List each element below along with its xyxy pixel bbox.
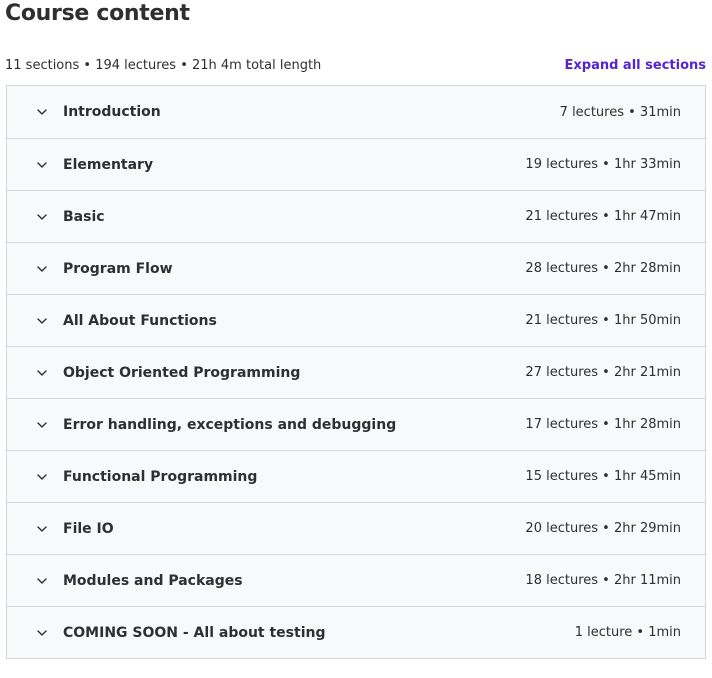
section-meta: 19 lectures • 1hr 33min: [525, 157, 681, 172]
section-meta: 15 lectures • 1hr 45min: [525, 469, 681, 484]
section-row-modules-and-packages[interactable]: Modules and Packages 18 lectures • 2hr 1…: [7, 554, 705, 606]
section-row-elementary[interactable]: Elementary 19 lectures • 1hr 33min: [7, 138, 705, 190]
chevron-down-icon: [36, 627, 48, 639]
chevron-down-icon: [36, 523, 48, 535]
page-title: Course content: [5, 1, 190, 26]
section-title: Introduction: [63, 104, 161, 120]
course-summary-text: 11 sections • 194 lectures • 21h 4m tota…: [5, 57, 322, 73]
section-title: Program Flow: [63, 260, 173, 277]
chevron-down-icon: [36, 471, 48, 483]
section-title: Object Oriented Programming: [63, 364, 301, 381]
chevron-down-icon: [36, 106, 48, 118]
section-row-functional-programming[interactable]: Functional Programming 15 lectures • 1hr…: [7, 450, 705, 502]
section-title: All About Functions: [63, 312, 217, 329]
section-row-introduction[interactable]: Introduction 7 lectures • 31min: [7, 86, 705, 138]
section-row-coming-soon-testing[interactable]: COMING SOON - All about testing 1 lectur…: [7, 606, 705, 658]
chevron-down-icon: [36, 367, 48, 379]
chevron-down-icon: [36, 159, 48, 171]
section-meta: 27 lectures • 2hr 21min: [525, 365, 681, 380]
section-meta: 20 lectures • 2hr 29min: [525, 521, 681, 536]
section-row-all-about-functions[interactable]: All About Functions 21 lectures • 1hr 50…: [7, 294, 705, 346]
chevron-down-icon: [36, 315, 48, 327]
chevron-down-icon: [36, 211, 48, 223]
section-row-object-oriented-programming[interactable]: Object Oriented Programming 27 lectures …: [7, 346, 705, 398]
section-title: Functional Programming: [63, 468, 258, 485]
section-title: Error handling, exceptions and debugging: [63, 416, 397, 433]
section-title: COMING SOON - All about testing: [63, 624, 326, 641]
section-row-program-flow[interactable]: Program Flow 28 lectures • 2hr 28min: [7, 242, 705, 294]
chevron-down-icon: [36, 575, 48, 587]
course-summary-row: 11 sections • 194 lectures • 21h 4m tota…: [5, 55, 706, 75]
section-row-basic[interactable]: Basic 21 lectures • 1hr 47min: [7, 190, 705, 242]
section-title: File IO: [63, 520, 114, 537]
section-meta: 28 lectures • 2hr 28min: [525, 261, 681, 276]
section-meta: 17 lectures • 1hr 28min: [525, 417, 681, 432]
section-meta: 21 lectures • 1hr 50min: [525, 313, 681, 328]
section-meta: 7 lectures • 31min: [559, 104, 681, 120]
course-sections-list: Introduction 7 lectures • 31min Elementa…: [6, 85, 706, 659]
section-title: Modules and Packages: [63, 572, 243, 589]
expand-all-sections-button[interactable]: Expand all sections: [565, 58, 707, 73]
section-meta: 18 lectures • 2hr 11min: [525, 573, 681, 588]
section-title: Elementary: [63, 156, 154, 173]
section-row-error-handling[interactable]: Error handling, exceptions and debugging…: [7, 398, 705, 450]
section-meta: 21 lectures • 1hr 47min: [525, 209, 681, 224]
section-meta: 1 lecture • 1min: [574, 625, 681, 640]
section-title: Basic: [63, 208, 105, 225]
section-row-file-io[interactable]: File IO 20 lectures • 2hr 29min: [7, 502, 705, 554]
chevron-down-icon: [36, 263, 48, 275]
chevron-down-icon: [36, 419, 48, 431]
